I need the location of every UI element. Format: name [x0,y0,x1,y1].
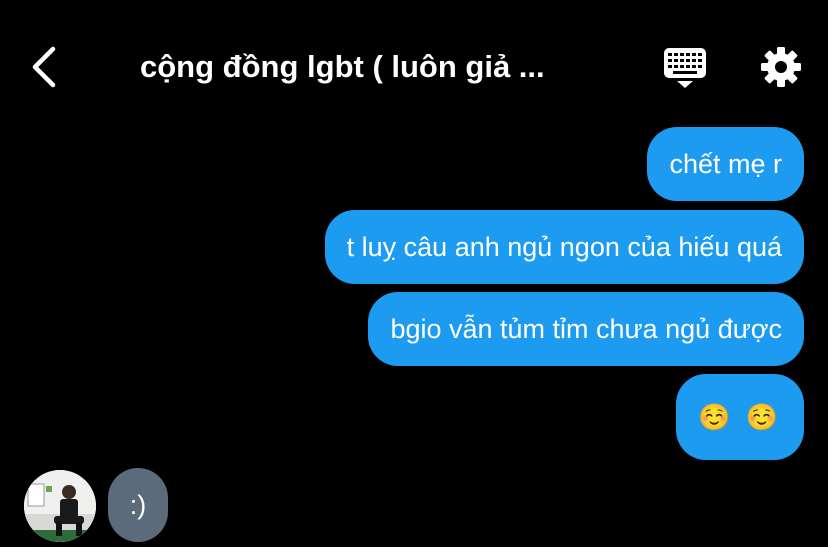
outgoing-message[interactable]: bgio vẫn tủm tỉm chưa ngủ được [368,292,804,366]
avatar[interactable] [24,470,96,542]
gear-icon [761,47,801,87]
chat-header: cộng đồng lgbt ( luôn giả ... [0,0,828,120]
chevron-left-icon [32,46,56,88]
settings-button[interactable] [756,42,806,92]
conversation-title: cộng đồng lgbt ( luôn giả ... [140,49,545,84]
keyboard-icon [664,48,706,88]
incoming-message[interactable]: :) [108,468,168,542]
outgoing-message-emoji[interactable]: ☺️ ☺️ [676,374,804,460]
back-button[interactable] [22,40,66,94]
avatar-photo [24,470,96,542]
outgoing-message[interactable]: t luỵ câu anh ngủ ngon của hiếu quá [324,210,804,284]
outgoing-message[interactable]: chết mẹ r [647,127,804,201]
keyboard-button[interactable] [658,42,712,92]
